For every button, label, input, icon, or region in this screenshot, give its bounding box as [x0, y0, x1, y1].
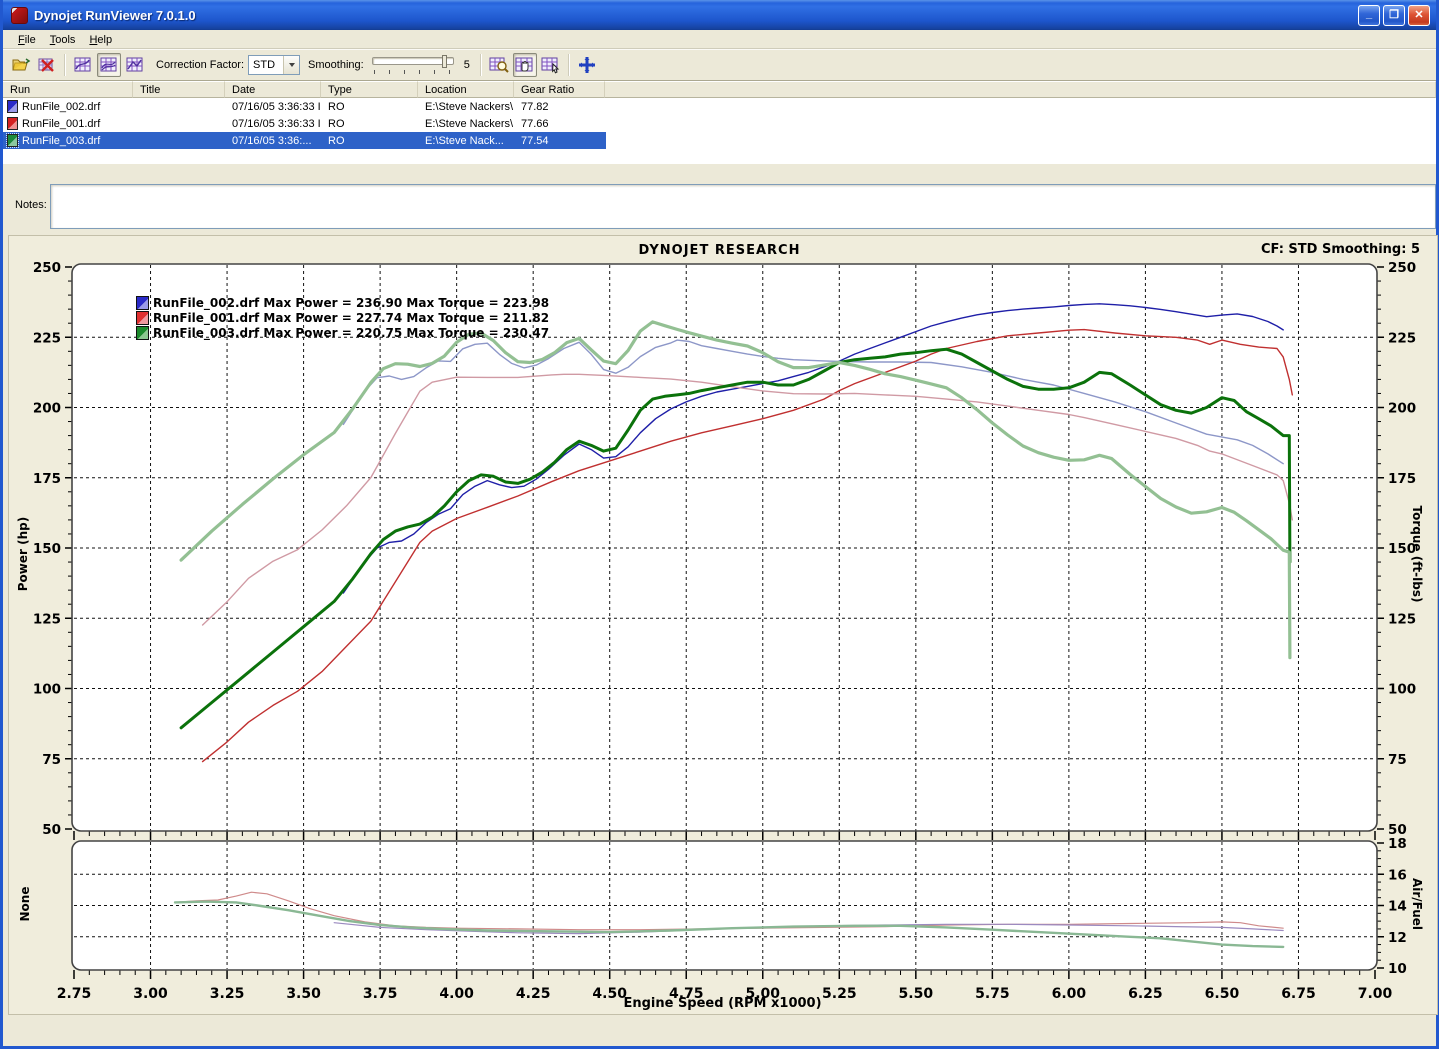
dyno-chart: 2502502252252002001751751501501251251001…: [3, 0, 1439, 1049]
legend-chip: [136, 311, 149, 325]
svg-text:175: 175: [33, 471, 61, 487]
svg-text:14: 14: [1388, 899, 1407, 915]
svg-text:18: 18: [1388, 836, 1407, 852]
svg-text:250: 250: [33, 260, 61, 276]
legend-entry: RunFile_001.drf Max Power = 227.74 Max T…: [136, 310, 549, 325]
legend-text: RunFile_002.drf Max Power = 236.90 Max T…: [153, 296, 549, 310]
svg-text:175: 175: [1388, 471, 1416, 487]
y-axis-label-none: None: [18, 864, 32, 944]
svg-text:75: 75: [42, 752, 61, 768]
legend-chip: [136, 326, 149, 340]
app-window: Dynojet RunViewer 7.0.1.0 _ ❐ ✕ File Too…: [0, 0, 1439, 1049]
y-axis-label-power: Power (hp): [16, 494, 30, 614]
svg-text:250: 250: [1388, 260, 1416, 276]
svg-text:225: 225: [33, 330, 61, 346]
x-axis-label: Engine Speed (RPM x1000): [3, 996, 1439, 1011]
svg-text:75: 75: [1388, 752, 1407, 768]
legend-text: RunFile_001.drf Max Power = 227.74 Max T…: [153, 311, 549, 325]
svg-text:16: 16: [1388, 867, 1407, 883]
chart-title: DYNOJET RESEARCH: [3, 243, 1436, 258]
legend-entry: RunFile_002.drf Max Power = 236.90 Max T…: [136, 295, 549, 310]
svg-text:50: 50: [42, 822, 61, 838]
svg-text:150: 150: [33, 541, 61, 557]
svg-text:225: 225: [1388, 330, 1416, 346]
y-axis-label-airfuel: Air/Fuel: [1410, 864, 1424, 944]
chart-legend: RunFile_002.drf Max Power = 236.90 Max T…: [136, 295, 549, 340]
svg-text:200: 200: [33, 401, 61, 417]
legend-text: RunFile_003.drf Max Power = 220.75 Max T…: [153, 326, 549, 340]
svg-text:10: 10: [1388, 961, 1407, 977]
chart-correction-info: CF: STD Smoothing: 5: [1261, 242, 1420, 257]
y-axis-label-torque: Torque (ft-lbs): [1410, 494, 1424, 614]
svg-text:125: 125: [33, 611, 61, 627]
svg-text:200: 200: [1388, 401, 1416, 417]
svg-text:100: 100: [1388, 682, 1416, 698]
svg-text:12: 12: [1388, 930, 1407, 946]
legend-chip: [136, 296, 149, 310]
legend-entry: RunFile_003.drf Max Power = 220.75 Max T…: [136, 325, 549, 340]
svg-text:100: 100: [33, 682, 61, 698]
